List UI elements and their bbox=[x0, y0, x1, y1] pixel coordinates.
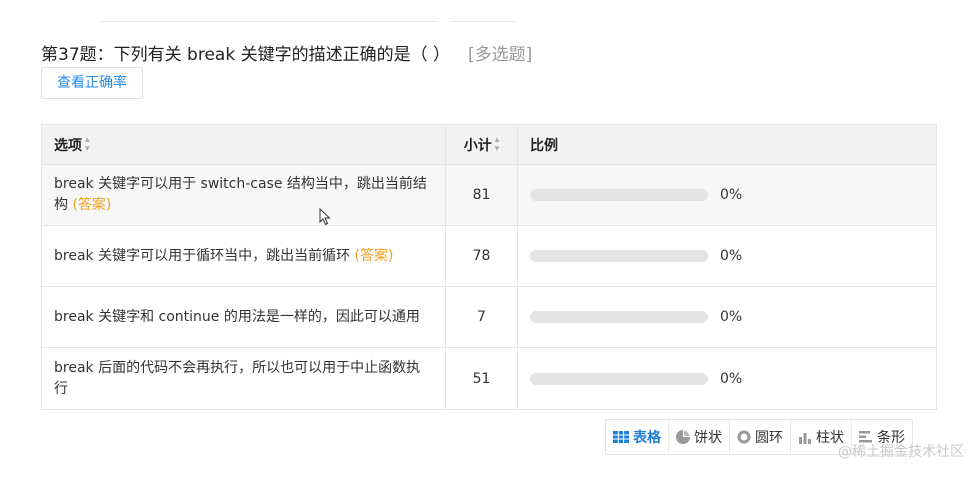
ratio-bar bbox=[530, 189, 708, 201]
count-cell: 51 bbox=[446, 348, 518, 409]
ratio-bar bbox=[530, 372, 708, 385]
question-type: [多选题] bbox=[467, 45, 533, 65]
option-text: break 关键字可以用于循环当中，跳出当前循环 bbox=[54, 247, 351, 264]
ratio-cell: 0% bbox=[518, 226, 936, 286]
option-cell: break 后面的代码不会再执行，所以也可以用于中止函数执行 bbox=[42, 348, 446, 409]
option-text-wrap: break 后面的代码不会再执行，所以也可以用于中止函数执行 bbox=[54, 358, 433, 400]
option-text-wrap: break 关键字可以用于 switch-case 结构当中，跳出当前结构 (答… bbox=[54, 174, 433, 216]
table-row: break 关键字和 continue 的用法是一样的，因此可以通用 7 0% bbox=[42, 287, 936, 348]
pie-chart-icon bbox=[676, 430, 690, 444]
header-ratio: 比例 bbox=[518, 125, 936, 164]
option-text: break 后面的代码不会再执行，所以也可以用于中止函数执行 bbox=[54, 359, 421, 397]
header-count-label: 小计 bbox=[463, 137, 492, 154]
view-table-button[interactable]: 表格 bbox=[606, 420, 669, 454]
ratio-percent: 0% bbox=[720, 309, 743, 325]
answer-tag: (答案) bbox=[354, 247, 394, 264]
watermark: @稀土掘金技术社区 bbox=[838, 444, 964, 460]
top-divider bbox=[100, 14, 520, 22]
view-donut-button[interactable]: 圆环 bbox=[730, 420, 791, 454]
mouse-cursor-icon bbox=[319, 208, 331, 226]
count-cell: 7 bbox=[446, 287, 518, 347]
option-text: break 关键字和 continue 的用法是一样的，因此可以通用 bbox=[54, 308, 420, 325]
table-row: break 关键字可以用于循环当中，跳出当前循环 (答案) 78 0% bbox=[42, 226, 936, 287]
view-table-label: 表格 bbox=[633, 430, 661, 446]
header-count[interactable]: 小计 ▴ ▾ bbox=[446, 125, 518, 164]
option-cell: break 关键字和 continue 的用法是一样的，因此可以通用 bbox=[42, 287, 446, 347]
option-cell: break 关键字可以用于 switch-case 结构当中，跳出当前结构 (答… bbox=[42, 165, 446, 225]
top-divider-right bbox=[450, 14, 516, 22]
view-pie-label: 饼状 bbox=[694, 430, 722, 446]
donut-chart-icon bbox=[737, 430, 751, 444]
header-option[interactable]: 选项 ▴ ▾ bbox=[42, 125, 446, 164]
header-ratio-label: 比例 bbox=[530, 137, 558, 154]
answer-tag: (答案) bbox=[72, 197, 112, 213]
question-title: 第37题：下列有关 break 关键字的描述正确的是（ ） [多选题] bbox=[41, 40, 532, 65]
table-row: break 后面的代码不会再执行，所以也可以用于中止函数执行 51 0% bbox=[42, 348, 936, 409]
sort-icon[interactable]: ▴ ▾ bbox=[85, 135, 90, 154]
view-pie-button[interactable]: 饼状 bbox=[669, 420, 730, 454]
ratio-bar bbox=[530, 250, 708, 262]
table-row: break 关键字可以用于 switch-case 结构当中，跳出当前结构 (答… bbox=[42, 165, 936, 226]
ratio-cell: 0% bbox=[518, 348, 936, 409]
question-text: 第37题：下列有关 break 关键字的描述正确的是（ ） bbox=[41, 45, 450, 65]
sort-icon[interactable]: ▴ ▾ bbox=[495, 135, 500, 154]
ratio-percent: 0% bbox=[720, 187, 743, 203]
view-accuracy-button[interactable]: 查看正确率 bbox=[41, 67, 143, 99]
header-option-label: 选项 bbox=[54, 137, 82, 154]
column-chart-icon bbox=[798, 430, 812, 444]
option-text-wrap: break 关键字可以用于循环当中，跳出当前循环 (答案) bbox=[54, 246, 393, 267]
ratio-percent: 0% bbox=[720, 370, 743, 387]
count-cell: 78 bbox=[446, 226, 518, 286]
ratio-percent: 0% bbox=[720, 248, 743, 264]
ratio-cell: 0% bbox=[518, 165, 936, 225]
table-icon bbox=[613, 431, 629, 443]
results-table: 选项 ▴ ▾ 小计 ▴ ▾ 比例 break 关键字可以用于 switch-case… bbox=[41, 124, 937, 410]
ratio-bar bbox=[530, 311, 708, 323]
ratio-cell: 0% bbox=[518, 287, 936, 347]
option-text-wrap: break 关键字和 continue 的用法是一样的，因此可以通用 bbox=[54, 307, 420, 328]
top-divider-left bbox=[100, 14, 438, 22]
option-cell: break 关键字可以用于循环当中，跳出当前循环 (答案) bbox=[42, 226, 446, 286]
table-header: 选项 ▴ ▾ 小计 ▴ ▾ 比例 bbox=[42, 125, 936, 165]
view-donut-label: 圆环 bbox=[755, 430, 783, 446]
count-cell: 81 bbox=[446, 165, 518, 225]
